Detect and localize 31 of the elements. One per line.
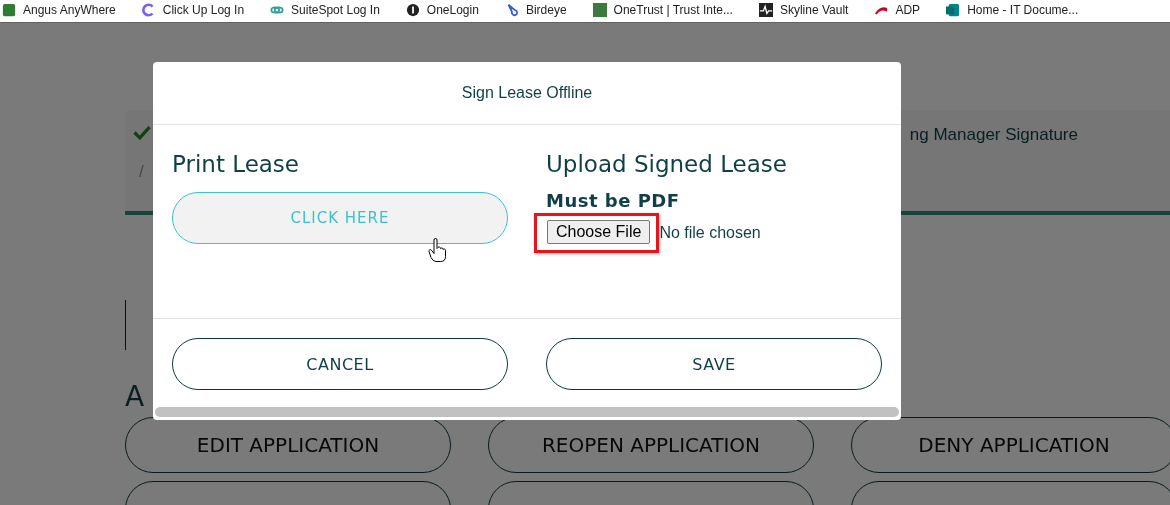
upload-heading: Upload Signed Lease [546, 150, 788, 178]
square-icon [946, 3, 961, 17]
circle-icon [405, 3, 420, 17]
choose-file-button[interactable]: Choose File [547, 220, 651, 244]
scrollbar[interactable] [155, 407, 899, 417]
action-button[interactable]: DENY APPLICATION [851, 417, 1170, 473]
bookmark[interactable]: SuiteSpot Log In [270, 3, 380, 17]
step-note: / [138, 162, 145, 182]
bookmark[interactable]: OneLogin [405, 3, 479, 17]
bookmark[interactable]: OneTrust | Trust Inte... [592, 3, 733, 17]
hand-cursor-icon [428, 238, 446, 263]
file-note: Must be PDF [546, 190, 681, 211]
bookmark[interactable]: Skyline Vault [758, 3, 849, 17]
square-icon [2, 3, 16, 17]
ring-icon [141, 3, 156, 17]
bookmark[interactable]: Angus AnyWhere [2, 3, 116, 17]
bookmark[interactable]: Birdeye [504, 3, 567, 17]
action-button[interactable]: REOPEN APPLICATION [488, 417, 814, 473]
dialog-button[interactable]: CANCEL [172, 338, 508, 390]
square-icon [592, 3, 607, 17]
bookmark[interactable]: Click Up Log In [141, 3, 245, 17]
file-status: No file chosen [659, 224, 761, 242]
modal-title: Sign Lease Offline [461, 84, 593, 102]
print-heading: Print Lease [172, 150, 300, 178]
dialog-button[interactable]: SAVE [546, 338, 882, 390]
bookmark[interactable]: Home - IT Docume... [946, 3, 1079, 17]
section-heading: A [125, 380, 145, 413]
step-label: ng Manager Signature [909, 125, 1078, 145]
pulse-icon [758, 3, 773, 17]
action-button[interactable]: EDIT APPLICATION [125, 417, 451, 473]
bookmark[interactable]: ADP [874, 3, 921, 17]
